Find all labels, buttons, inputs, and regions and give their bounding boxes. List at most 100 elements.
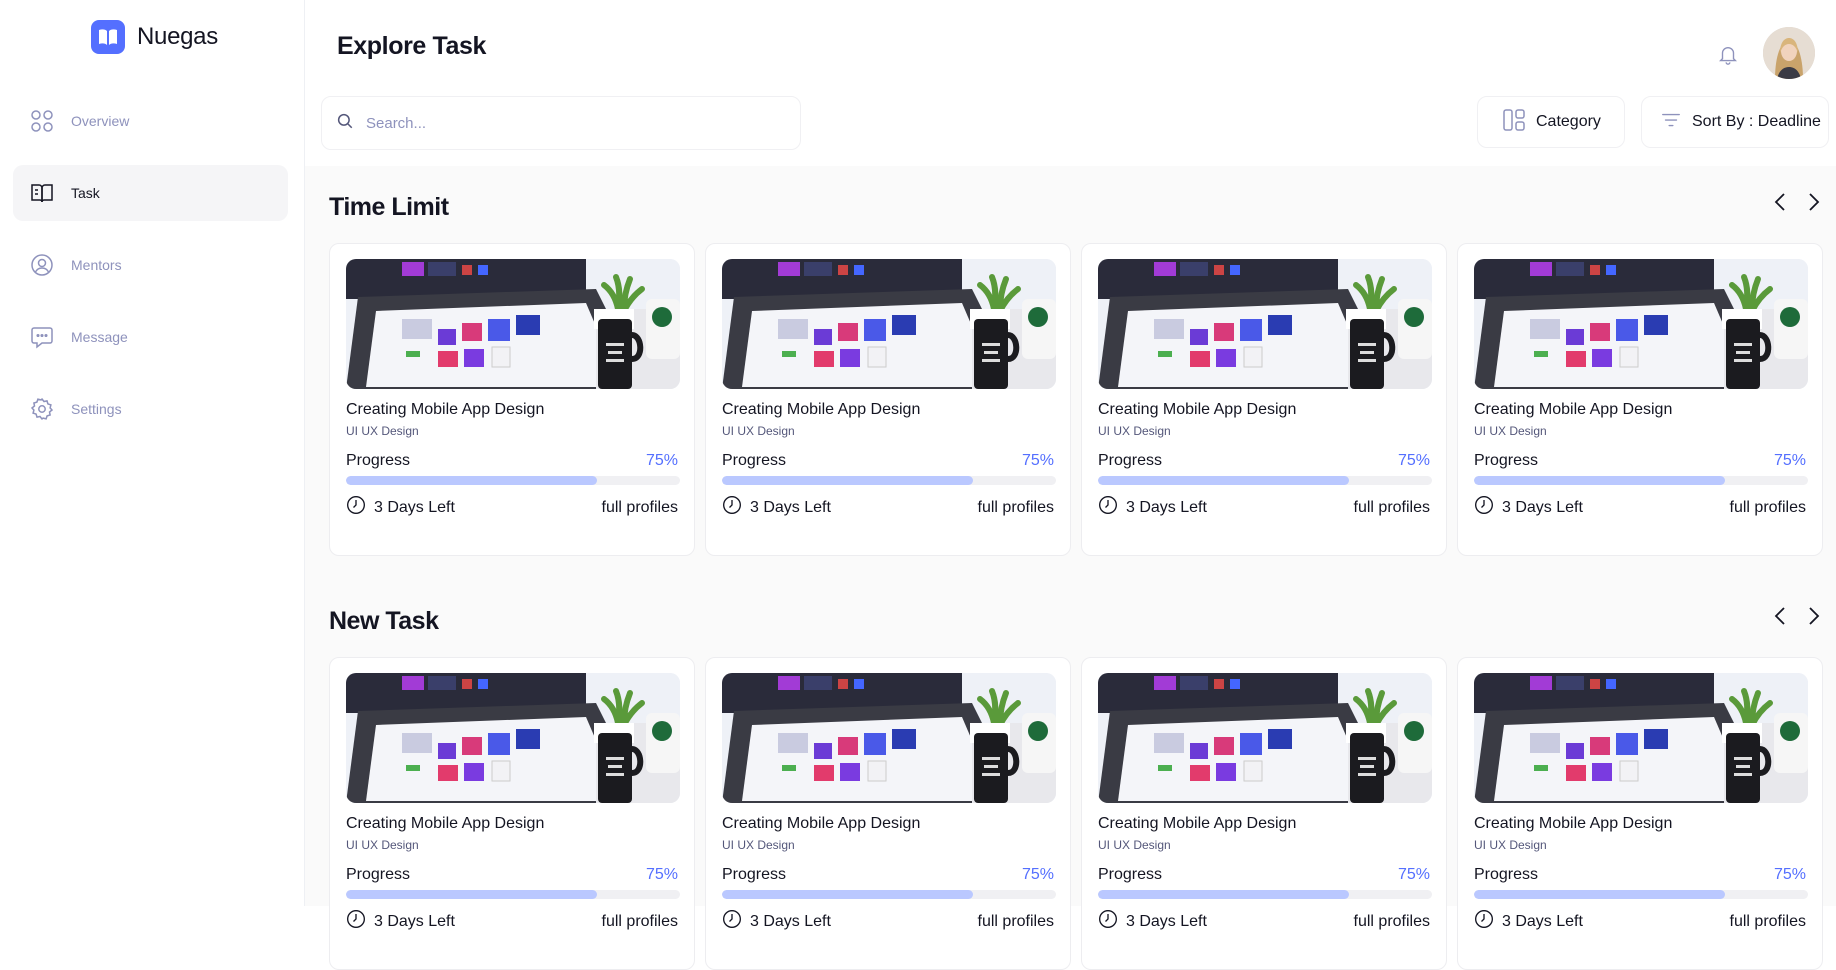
notification-bell-icon[interactable] [1713,40,1743,70]
progress-label: Progress [1474,452,1539,469]
days-left: 3 Days Left [346,495,455,520]
progress-label: Progress [722,452,787,469]
progress-row: Progress 75% [1474,452,1806,470]
page-title: Explore Task [337,32,486,60]
task-thumbnail [1098,673,1432,803]
task-title: Creating Mobile App Design [722,815,921,832]
days-left: 3 Days Left [1474,495,1583,520]
progress-value: 75% [645,866,678,883]
top-bar: Explore Task Category [305,0,1836,166]
days-left-text: 3 Days Left [1126,498,1207,516]
days-left-text: 3 Days Left [750,912,831,930]
progress-row: Progress 75% [1098,452,1430,470]
profiles-text[interactable]: full profiles [602,499,678,517]
progress-value: 75% [1021,866,1054,883]
task-card[interactable]: Creating Mobile App Design UI UX Design … [1457,657,1823,970]
progress-bar-fill [346,476,597,485]
task-category: UI UX Design [1098,424,1171,438]
book-icon [29,180,55,206]
sidebar-item-message[interactable]: Message [13,309,288,365]
sidebar-item-label: Message [71,329,128,345]
category-button[interactable]: Category [1477,96,1625,148]
task-category: UI UX Design [1474,838,1547,852]
task-card[interactable]: Creating Mobile App Design UI UX Design … [1081,657,1447,970]
gear-icon [29,396,55,422]
task-title: Creating Mobile App Design [346,815,545,832]
task-card[interactable]: Creating Mobile App Design UI UX Design … [1457,243,1823,556]
progress-bar-fill [1098,890,1349,899]
days-left: 3 Days Left [1098,909,1207,934]
progress-label: Progress [1098,452,1163,469]
progress-bar [1474,476,1808,485]
task-title: Creating Mobile App Design [1474,401,1673,418]
card-footer: 3 Days Left full profiles [1098,495,1430,520]
progress-bar [1474,890,1808,899]
profiles-text[interactable]: full profiles [1730,499,1806,517]
avatar[interactable] [1763,27,1815,79]
clock-icon [1474,909,1494,934]
new-task-nav-arrows [1770,606,1824,626]
task-title: Creating Mobile App Design [1098,815,1297,832]
task-category: UI UX Design [1474,424,1547,438]
clock-icon [1098,495,1118,520]
progress-bar-fill [1474,890,1725,899]
category-icon [1502,108,1526,137]
user-icon [29,252,55,278]
sort-button[interactable]: Sort By : Deadline [1641,96,1829,148]
progress-label: Progress [1098,866,1163,883]
brand[interactable]: Nuegas [91,20,218,54]
chevron-left-icon[interactable] [1770,192,1790,212]
task-title: Creating Mobile App Design [1474,815,1673,832]
chevron-right-icon[interactable] [1804,192,1824,212]
profiles-text[interactable]: full profiles [1354,499,1430,517]
sidebar-item-overview[interactable]: Overview [13,93,288,149]
days-left-text: 3 Days Left [374,498,455,516]
sidebar-item-label: Task [71,185,100,201]
task-category: UI UX Design [1098,838,1171,852]
days-left-text: 3 Days Left [750,498,831,516]
task-card[interactable]: Creating Mobile App Design UI UX Design … [705,243,1071,556]
section-title-new-task: New Task [329,607,439,635]
progress-row: Progress 75% [1474,866,1806,884]
card-footer: 3 Days Left full profiles [722,495,1054,520]
chevron-left-icon[interactable] [1770,606,1790,626]
clock-icon [1098,909,1118,934]
sidebar-nav: Overview Task Mentors Message Settings [13,93,288,453]
card-footer: 3 Days Left full profiles [346,495,678,520]
sidebar-item-mentors[interactable]: Mentors [13,237,288,293]
task-card[interactable]: Creating Mobile App Design UI UX Design … [329,657,695,970]
task-card[interactable]: Creating Mobile App Design UI UX Design … [705,657,1071,970]
card-footer: 3 Days Left full profiles [722,909,1054,934]
progress-bar-fill [1098,476,1349,485]
task-title: Creating Mobile App Design [1098,401,1297,418]
progress-label: Progress [346,866,411,883]
progress-bar-fill [1474,476,1725,485]
task-card[interactable]: Creating Mobile App Design UI UX Design … [1081,243,1447,556]
progress-row: Progress 75% [346,866,678,884]
search-box[interactable] [321,96,801,150]
profiles-text[interactable]: full profiles [978,913,1054,931]
sidebar-item-settings[interactable]: Settings [13,381,288,437]
grid-icon [29,108,55,134]
sidebar-item-task[interactable]: Task [13,165,288,221]
profiles-text[interactable]: full profiles [978,499,1054,517]
card-footer: 3 Days Left full profiles [346,909,678,934]
task-card[interactable]: Creating Mobile App Design UI UX Design … [329,243,695,556]
progress-bar-fill [722,476,973,485]
progress-row: Progress 75% [1098,866,1430,884]
progress-bar [722,890,1056,899]
progress-value: 75% [645,452,678,469]
days-left-text: 3 Days Left [1126,912,1207,930]
profiles-text[interactable]: full profiles [1730,913,1806,931]
search-input[interactable] [366,114,766,132]
task-category: UI UX Design [722,424,795,438]
progress-value: 75% [1397,452,1430,469]
task-title: Creating Mobile App Design [722,401,921,418]
progress-value: 75% [1773,452,1806,469]
task-category: UI UX Design [346,424,419,438]
days-left: 3 Days Left [722,495,831,520]
days-left: 3 Days Left [722,909,831,934]
profiles-text[interactable]: full profiles [1354,913,1430,931]
profiles-text[interactable]: full profiles [602,913,678,931]
chevron-right-icon[interactable] [1804,606,1824,626]
